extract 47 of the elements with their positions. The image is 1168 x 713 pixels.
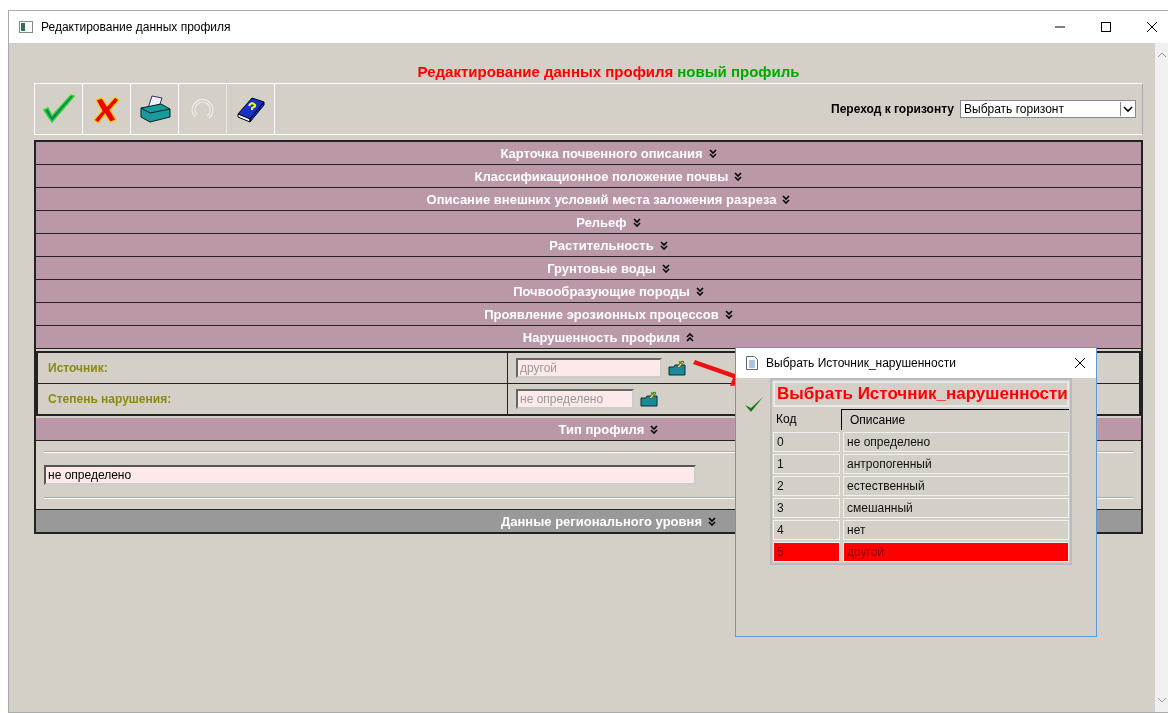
profile-type-field[interactable]: не определено [44, 465, 696, 485]
section-header[interactable]: Растительность [36, 234, 1141, 257]
table-cell[interactable]: нет [843, 520, 1069, 540]
table-cell[interactable]: 1 [773, 454, 840, 474]
table-cell[interactable]: не определено [843, 432, 1069, 452]
dialog-title: Выбрать Источник_нарушенности [766, 356, 956, 370]
scroll-up-icon[interactable] [1156, 51, 1167, 59]
dropdown-arrow-icon [1120, 102, 1135, 116]
column-header: Описание [841, 409, 1069, 430]
field-label: Источник: [48, 361, 108, 375]
table-cell[interactable]: 4 [773, 520, 840, 540]
section-header[interactable]: Рельеф [36, 211, 1141, 234]
section-header[interactable]: Нарушенность профиля [36, 326, 1141, 349]
table-cell[interactable]: естественный [843, 476, 1069, 496]
section-header[interactable]: Классификационное положение почвы [36, 165, 1141, 188]
page-subtitle: новый профиль [677, 63, 800, 80]
table-cell[interactable]: другой [843, 542, 1069, 562]
section-header[interactable]: Грунтовые воды [36, 257, 1141, 280]
table-cell[interactable]: 2 [773, 476, 840, 496]
printer-icon [137, 94, 172, 124]
horizon-label: Переход к горизонту [831, 102, 954, 116]
close-button[interactable] [1074, 357, 1086, 369]
table-cell[interactable]: 3 [773, 498, 840, 518]
check-icon[interactable] [744, 396, 764, 414]
section-header[interactable]: Проявление эрозионных процессов [36, 303, 1141, 326]
page-title: Редактирование данных профиля [417, 63, 674, 80]
folder-icon[interactable] [668, 360, 686, 376]
app-icon [19, 21, 33, 33]
table-cell[interactable]: смешанный [843, 498, 1069, 518]
checkmark-icon [40, 92, 77, 126]
section-header[interactable]: Почвообразующие породы [36, 280, 1141, 303]
cross-icon [91, 94, 122, 124]
section-header[interactable]: Карточка почвенного описания [36, 142, 1141, 165]
window-title: Редактирование данных профиля [41, 20, 231, 34]
folder-icon[interactable] [640, 391, 658, 407]
section-header[interactable]: Описание внешних условий места заложения разреза [36, 188, 1141, 211]
scrollbar[interactable] [1155, 43, 1168, 712]
document-icon [746, 356, 758, 370]
table-cell[interactable]: антропогенный [843, 454, 1069, 474]
table-cell[interactable]: 5 [773, 542, 840, 562]
table-heading: Выбрать Источник_нарушенности [773, 381, 1069, 407]
scroll-down-icon[interactable] [1156, 696, 1167, 704]
field-label: Степень нарушения: [48, 392, 172, 406]
table-cell[interactable]: 0 [773, 432, 840, 452]
horizon-dropdown[interactable]: Выбрать горизонт [960, 100, 1136, 118]
close-button[interactable] [1146, 21, 1158, 33]
maximize-button[interactable] [1100, 21, 1112, 33]
